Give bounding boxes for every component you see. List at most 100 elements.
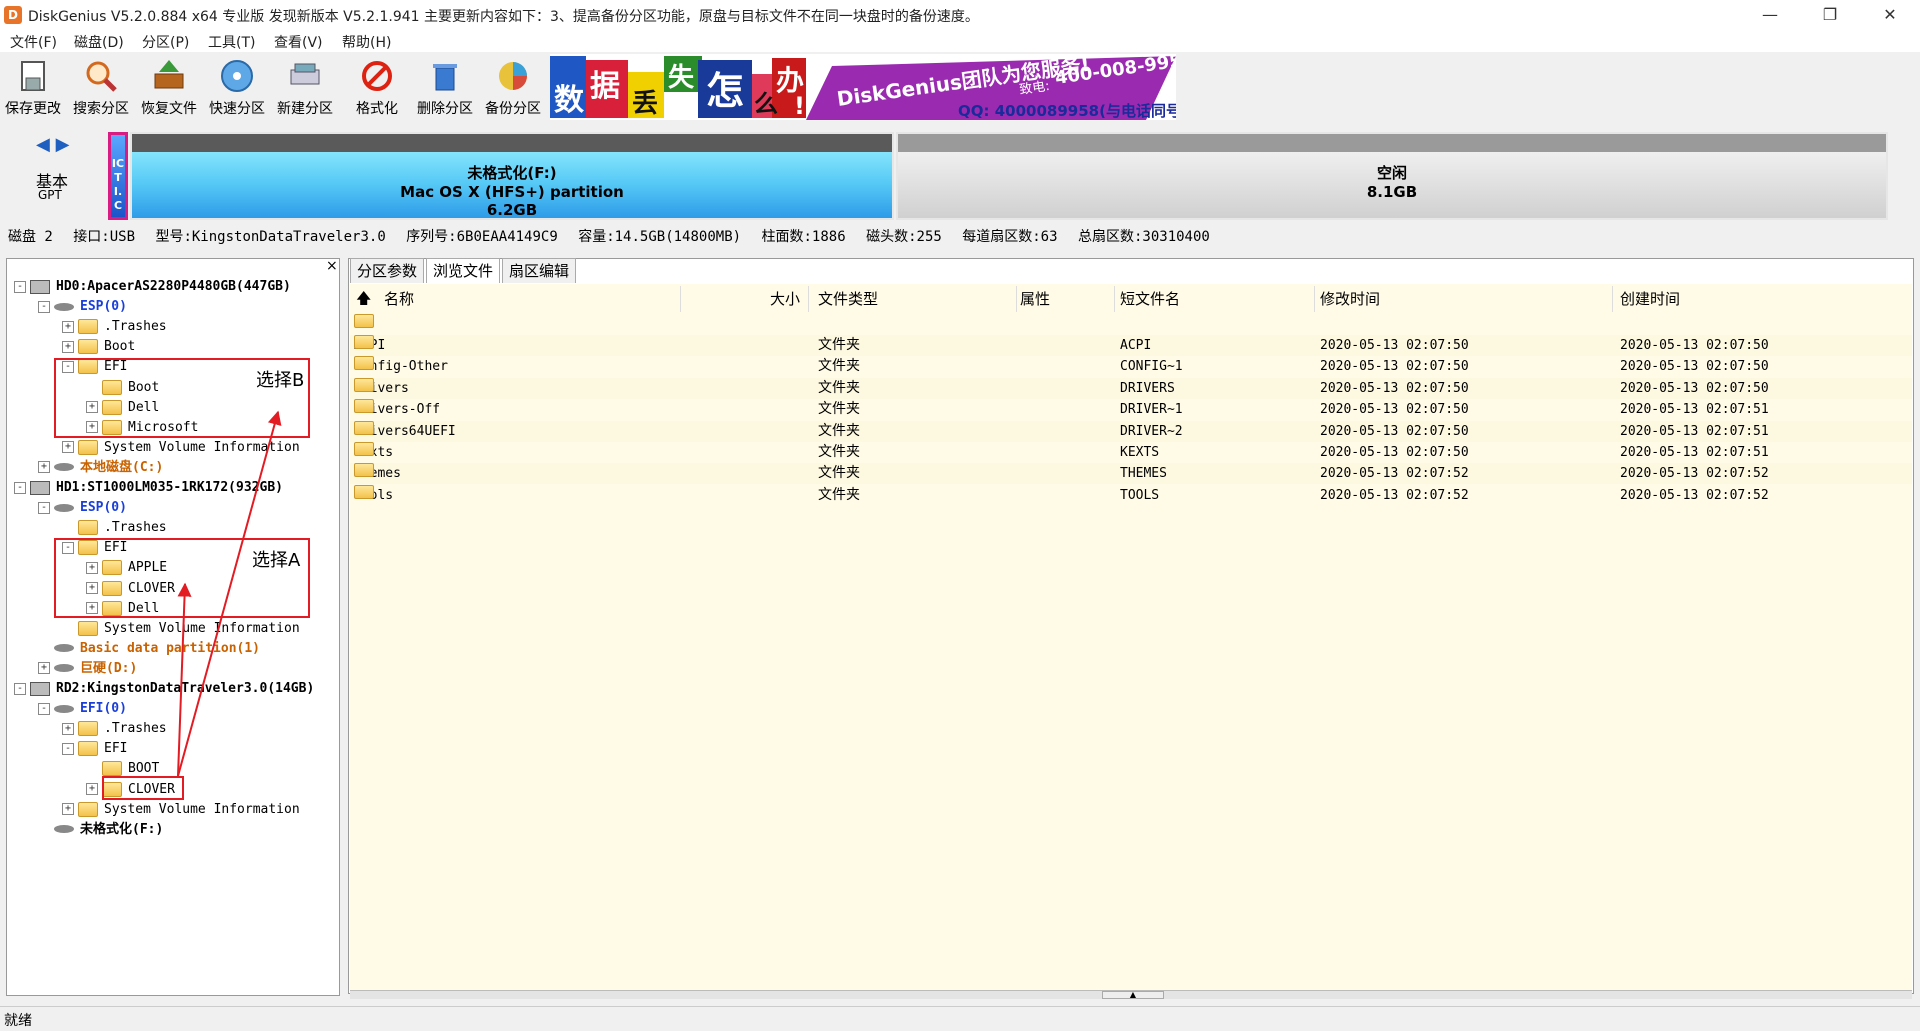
expand-icon[interactable]: +	[86, 783, 98, 795]
tree-node[interactable]: - HD0:ApacerAS2280P4480GB(447GB)	[14, 278, 291, 296]
file-created: 2020-05-13 02:07:52	[1620, 487, 1769, 503]
minimize-button[interactable]: —	[1740, 0, 1800, 30]
menu-file[interactable]: 文件(F)	[10, 32, 57, 52]
recover-icon	[154, 60, 184, 89]
expand-icon[interactable]: +	[62, 340, 74, 353]
expand-icon[interactable]: +	[38, 662, 50, 675]
tree-node[interactable]: - ESP(0)	[38, 499, 127, 517]
file-row[interactable]: config-Other 文件夹 CONFIG~1 2020-05-13 02:07:…	[350, 356, 1912, 377]
menu-tools[interactable]: 工具(T)	[208, 32, 255, 52]
format-button[interactable]: 格式化	[344, 56, 410, 118]
backup-partition-button[interactable]: 备份分区	[480, 56, 546, 118]
file-row[interactable]: drivers-Off 文件夹 DRIVER~1 2020-05-13 02:07:5…	[350, 399, 1912, 420]
tree-node[interactable]: + 本地磁盘(C:)	[38, 459, 163, 477]
file-row[interactable]: drivers64UEFI 文件夹 DRIVER~2 2020-05-13 02:07…	[350, 420, 1912, 442]
tree-node[interactable]: System Volume Information	[62, 620, 300, 638]
annotation-select-a: 选择A	[252, 550, 301, 571]
file-row[interactable]: ACPI文件夹ACPI2020-05-13 02:07:502020-05-13…	[350, 335, 1912, 356]
tree-node[interactable]: .Trashes	[62, 519, 167, 537]
menu-help[interactable]: 帮助(H)	[342, 32, 391, 52]
splitter-arrow-icon[interactable]: ▲	[1102, 991, 1164, 999]
tree-node[interactable]: - HD1:ST1000LM035-1RK172(932GB)	[14, 479, 283, 497]
tree-node[interactable]: - EFI	[62, 740, 127, 758]
col-name[interactable]: 名称	[384, 288, 414, 309]
tree-node[interactable]: + .Trashes	[62, 720, 167, 738]
disk-nav-arrows-icon[interactable]: ◀ ▶	[36, 134, 69, 155]
mac-partition-block[interactable]: 未格式化(F:) Mac OS X (HFS+) partition 6.2GB	[130, 132, 894, 220]
tree-node[interactable]: + 巨硬(D:)	[38, 660, 137, 678]
collapse-icon[interactable]: -	[62, 742, 74, 755]
collapse-icon[interactable]: -	[14, 682, 26, 695]
up-arrow-icon[interactable]: 🡅	[356, 288, 371, 313]
col-type[interactable]: 文件类型	[818, 288, 878, 309]
expand-icon[interactable]: +	[62, 441, 74, 454]
tree-node[interactable]: - RD2:KingstonDataTraveler3.0(14GB)	[14, 680, 314, 698]
save-icon	[21, 61, 45, 91]
partition-size: 6.2GB	[486, 201, 538, 219]
collapse-icon[interactable]: -	[14, 280, 26, 293]
recover-files-button[interactable]: 恢复文件	[136, 56, 202, 118]
file-row[interactable]: themes 文件夹 THEMES 2020-05-13 02:07:52 2020-0…	[350, 463, 1912, 485]
tree-close-button[interactable]: ×	[326, 258, 338, 274]
esp-partition-block[interactable]: ICTI.C	[108, 132, 128, 220]
tree-node[interactable]: Basic data partition(1)	[38, 640, 260, 658]
col-modified[interactable]: 修改时间	[1320, 288, 1380, 309]
save-changes-label: 保存更改	[5, 101, 61, 117]
collapse-icon[interactable]: -	[14, 481, 26, 494]
expand-icon[interactable]: +	[62, 803, 74, 816]
file-modified: 2020-05-13 02:07:52	[1320, 487, 1469, 503]
menu-partition[interactable]: 分区(P)	[142, 32, 189, 52]
tab-partition-params[interactable]: 分区参数	[350, 258, 425, 283]
tree-node-label: 巨硬(D:)	[80, 660, 138, 676]
file-modified: 2020-05-13 02:07:50	[1320, 402, 1469, 418]
tree-node-label: ESP(0)	[80, 299, 127, 315]
collapse-icon[interactable]: -	[38, 501, 50, 514]
menu-disk[interactable]: 磁盘(D)	[74, 32, 124, 52]
hard-disk-icon	[30, 279, 50, 294]
file-type: 文件夹	[818, 337, 860, 353]
file-row[interactable]: kexts文件夹KEXTS2020-05-13 02:07:502020-05-…	[350, 442, 1912, 463]
col-attr[interactable]: 属性	[1020, 288, 1050, 309]
collapse-icon[interactable]: -	[38, 300, 50, 313]
expand-icon[interactable]: +	[38, 461, 50, 474]
restore-button[interactable]: ❐	[1800, 0, 1860, 30]
file-row[interactable]: drivers 文件夹 DRIVERS 2020-05-13 02:07:50 2020…	[350, 377, 1912, 399]
tree-node[interactable]: + .Trashes	[62, 318, 167, 336]
disk-info-capacity: 容量:14.5GB(14800MB)	[578, 229, 742, 245]
file-created: 2020-05-13 02:07:52	[1620, 466, 1769, 482]
tree-node[interactable]: - ESP(0)	[38, 298, 127, 316]
col-created[interactable]: 创建时间	[1620, 288, 1680, 309]
tab-sector-edit[interactable]: 扇区编辑	[502, 258, 577, 283]
disk-info-disk: 磁盘 2	[8, 229, 53, 245]
col-short-name[interactable]: 短文件名	[1120, 288, 1180, 309]
save-changes-button[interactable]: 保存更改	[0, 56, 66, 118]
parent-dir-row[interactable]: ..	[350, 314, 1912, 335]
tree-node[interactable]: + System Volume Information	[62, 801, 300, 819]
collapse-icon[interactable]: -	[38, 702, 50, 715]
expand-icon[interactable]: +	[62, 320, 74, 333]
tree-node-label: Boot	[104, 339, 136, 355]
advertisement-banner[interactable]: 数 据 丢 失 怎 么 办 ! DiskGenius团队为您服务! 致电: 40…	[550, 54, 1176, 120]
horizontal-splitter[interactable]: ▲	[350, 990, 1912, 999]
file-short-name: THEMES	[1120, 466, 1167, 482]
tree-node[interactable]: + Boot	[62, 338, 135, 356]
delete-partition-button[interactable]: 删除分区	[412, 56, 478, 118]
tab-browse-files[interactable]: 浏览文件	[426, 258, 501, 283]
free-space-block[interactable]: 空闲 8.1GB	[896, 132, 1888, 220]
expand-icon[interactable]: +	[62, 722, 74, 735]
partition-icon	[54, 825, 74, 834]
new-partition-button[interactable]: 新建分区	[272, 56, 338, 118]
file-type: 文件夹	[818, 358, 860, 375]
tree-node-label: HD1:ST1000LM035-1RK172(932GB)	[56, 480, 283, 495]
close-button[interactable]: ✕	[1860, 0, 1920, 30]
menu-view[interactable]: 查看(V)	[274, 32, 323, 52]
quick-partition-button[interactable]: 快速分区	[204, 56, 270, 118]
tree-node[interactable]: 未格式化(F:)	[38, 821, 163, 839]
tree-node[interactable]: + System Volume Information	[62, 439, 300, 457]
banner-char-2: 据	[590, 69, 620, 104]
col-size[interactable]: 大小	[770, 288, 800, 309]
file-row[interactable]: tools文件夹TOOLS2020-05-13 02:07:522020-05-…	[350, 484, 1912, 506]
banner-char-6: 么	[754, 90, 778, 118]
search-partition-button[interactable]: 搜索分区	[68, 56, 134, 118]
tree-node[interactable]: - EFI(0)	[38, 700, 127, 718]
